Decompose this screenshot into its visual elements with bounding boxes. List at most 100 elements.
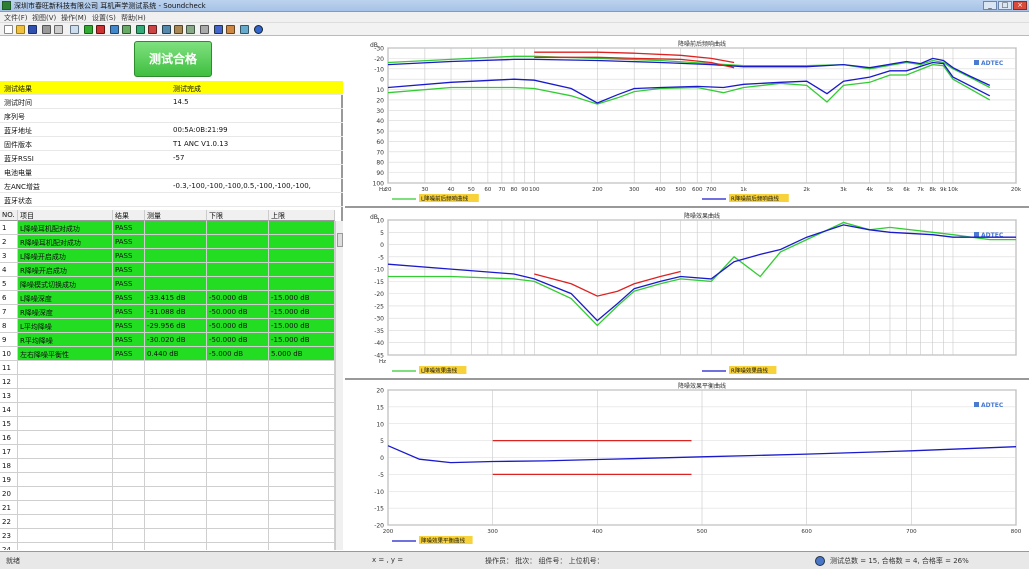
table-row[interactable]: 18 xyxy=(0,459,335,473)
table-row[interactable]: 17 xyxy=(0,445,335,459)
menu-file[interactable]: 文件(F) xyxy=(4,13,28,23)
table-row[interactable]: 4 R降噪开启成功 PASS xyxy=(0,263,335,277)
status-indicator-icon xyxy=(815,556,825,566)
cursor-icon[interactable] xyxy=(110,25,119,34)
menu-view[interactable]: 视图(V) xyxy=(32,13,56,23)
col-header-no[interactable]: NO. xyxy=(0,210,18,221)
table-row[interactable]: 7 R降噪深度 PASS -31.088 dB -50.000 dB -15.000 dB xyxy=(0,305,335,319)
table-row[interactable]: 6 L降噪深度 PASS -33.415 dB -50.000 dB -15.000 dB xyxy=(0,291,335,305)
help-icon[interactable] xyxy=(240,25,249,34)
x-tick-label: 700 xyxy=(906,529,917,535)
col-header-item[interactable]: 项目 xyxy=(18,210,113,221)
cell-result: PASS xyxy=(113,347,145,361)
y-tick-label: -10 xyxy=(374,489,384,496)
new-icon[interactable] xyxy=(4,25,13,34)
table-row[interactable]: 10 左右降噪平衡性 PASS 0.440 dB -5.000 dB 5.000 dB xyxy=(0,347,335,361)
cell-low xyxy=(207,375,269,389)
info-row: 蓝牙RSSI -57 xyxy=(0,151,343,165)
limit-icon[interactable] xyxy=(226,25,235,34)
cell-value xyxy=(145,417,207,431)
run-icon[interactable] xyxy=(136,25,145,34)
table-row[interactable]: 13 xyxy=(0,389,335,403)
table-row[interactable]: 2 R降噪耳机配对成功 PASS xyxy=(0,235,335,249)
grid-icon[interactable] xyxy=(122,25,131,34)
table-row[interactable]: 12 xyxy=(0,375,335,389)
legend-label: L降噪效果曲线 xyxy=(421,367,458,375)
cell-value: -30.020 dB xyxy=(145,333,207,347)
settings-icon[interactable] xyxy=(162,25,171,34)
col-header-result[interactable]: 结果 xyxy=(113,210,145,221)
table-row[interactable]: 16 xyxy=(0,431,335,445)
cell-high xyxy=(269,235,335,249)
table-row[interactable]: 21 xyxy=(0,501,335,515)
grid-scrollbar-thumb[interactable] xyxy=(337,233,343,247)
table-row[interactable]: 5 降噪模式切换成功 PASS xyxy=(0,277,335,291)
print-icon[interactable] xyxy=(42,25,51,34)
table-row[interactable]: 3 L降噪开启成功 PASS xyxy=(0,249,335,263)
info-value: 00:5A:0B:21:99 xyxy=(173,126,228,134)
cell-high xyxy=(269,403,335,417)
cell-value xyxy=(145,361,207,375)
x-tick-label: 600 xyxy=(692,187,703,193)
table-row[interactable]: 24 xyxy=(0,543,335,550)
menu-operation[interactable]: 操作(M) xyxy=(61,13,87,23)
y-tick-label: -25 xyxy=(374,303,384,310)
menu-help[interactable]: 帮助(H) xyxy=(121,13,146,23)
calibrate-icon[interactable] xyxy=(214,25,223,34)
report-icon[interactable] xyxy=(186,25,195,34)
table-row[interactable]: 20 xyxy=(0,487,335,501)
info-icon[interactable] xyxy=(254,25,263,34)
cell-item xyxy=(18,487,113,501)
cell-high: -15.000 dB xyxy=(269,291,335,305)
zoom-in-icon[interactable] xyxy=(84,25,93,34)
info-row: 左ANC增益 -0.3,-100,-100,-100,0.5,-100,-100,… xyxy=(0,179,343,193)
info-value: 测试完成 xyxy=(173,85,201,93)
cell-value xyxy=(145,501,207,515)
table-row[interactable]: 15 xyxy=(0,417,335,431)
window-title: 深圳市春旺新科技有限公司 耳机声学测试系统 - Soundcheck xyxy=(14,2,206,10)
chart-panel-1: 100 90 80 70 60 50 40 30 20 10 0 -10 -20 -30 20 30 40 50 6… xyxy=(345,37,1029,208)
preview-icon[interactable] xyxy=(54,25,63,34)
chart-panel-2: 10 5 0 -5 -10 -15 -20 -25 -30 -35 -40 -45 降噪效果曲线 dB Hz… xyxy=(345,210,1029,380)
y-axis-label: dB xyxy=(370,214,378,221)
table-row[interactable]: 19 xyxy=(0,473,335,487)
table-row[interactable]: 11 xyxy=(0,361,335,375)
x-tick-label: 4k xyxy=(866,187,873,193)
table-row[interactable]: 14 xyxy=(0,403,335,417)
minimize-button[interactable]: _ xyxy=(983,1,997,10)
x-tick-label: 200 xyxy=(592,187,603,193)
cell-low xyxy=(207,389,269,403)
chart-title: 降噪前后频响曲线 xyxy=(678,40,726,48)
chart-icon[interactable] xyxy=(174,25,183,34)
status-summary: 测试总数 = 15, 合格数 = 4, 合格率 = 26% xyxy=(830,557,969,565)
cell-no: 11 xyxy=(0,361,18,375)
menu-settings[interactable]: 设置(S) xyxy=(92,13,116,23)
status-coords: x = , y = xyxy=(372,556,404,564)
col-header-low[interactable]: 下限 xyxy=(207,210,269,221)
col-header-high[interactable]: 上限 xyxy=(269,210,335,221)
table-row[interactable]: 8 L平均降噪 PASS -29.956 dB -50.000 dB -15.000 dB xyxy=(0,319,335,333)
cut-icon[interactable] xyxy=(70,25,79,34)
cell-item xyxy=(18,515,113,529)
export-icon[interactable] xyxy=(200,25,209,34)
cell-item: L降噪开启成功 xyxy=(18,249,113,263)
stop-icon[interactable] xyxy=(148,25,157,34)
cell-value: -33.415 dB xyxy=(145,291,207,305)
cell-result xyxy=(113,375,145,389)
maximize-button[interactable]: □ xyxy=(998,1,1012,10)
cell-value xyxy=(145,445,207,459)
save-icon[interactable] xyxy=(28,25,37,34)
table-row[interactable]: 23 xyxy=(0,529,335,543)
table-row[interactable]: 9 R平均降噪 PASS -30.020 dB -50.000 dB -15.000 dB xyxy=(0,333,335,347)
zoom-out-icon[interactable] xyxy=(96,25,105,34)
y-tick-label: 20 xyxy=(376,388,384,395)
grid-scrollbar[interactable] xyxy=(335,221,343,550)
col-header-value[interactable]: 测量 xyxy=(145,210,207,221)
table-row[interactable]: 22 xyxy=(0,515,335,529)
open-icon[interactable] xyxy=(16,25,25,34)
close-button[interactable]: × xyxy=(1013,1,1027,10)
cell-result xyxy=(113,389,145,403)
table-row[interactable]: 1 L降噪耳机配对成功 PASS xyxy=(0,221,335,235)
cell-value xyxy=(145,263,207,277)
nc-balance-chart: 20151050-5-10-15-20200 300 400 500 600 700 800… xyxy=(374,382,1022,545)
